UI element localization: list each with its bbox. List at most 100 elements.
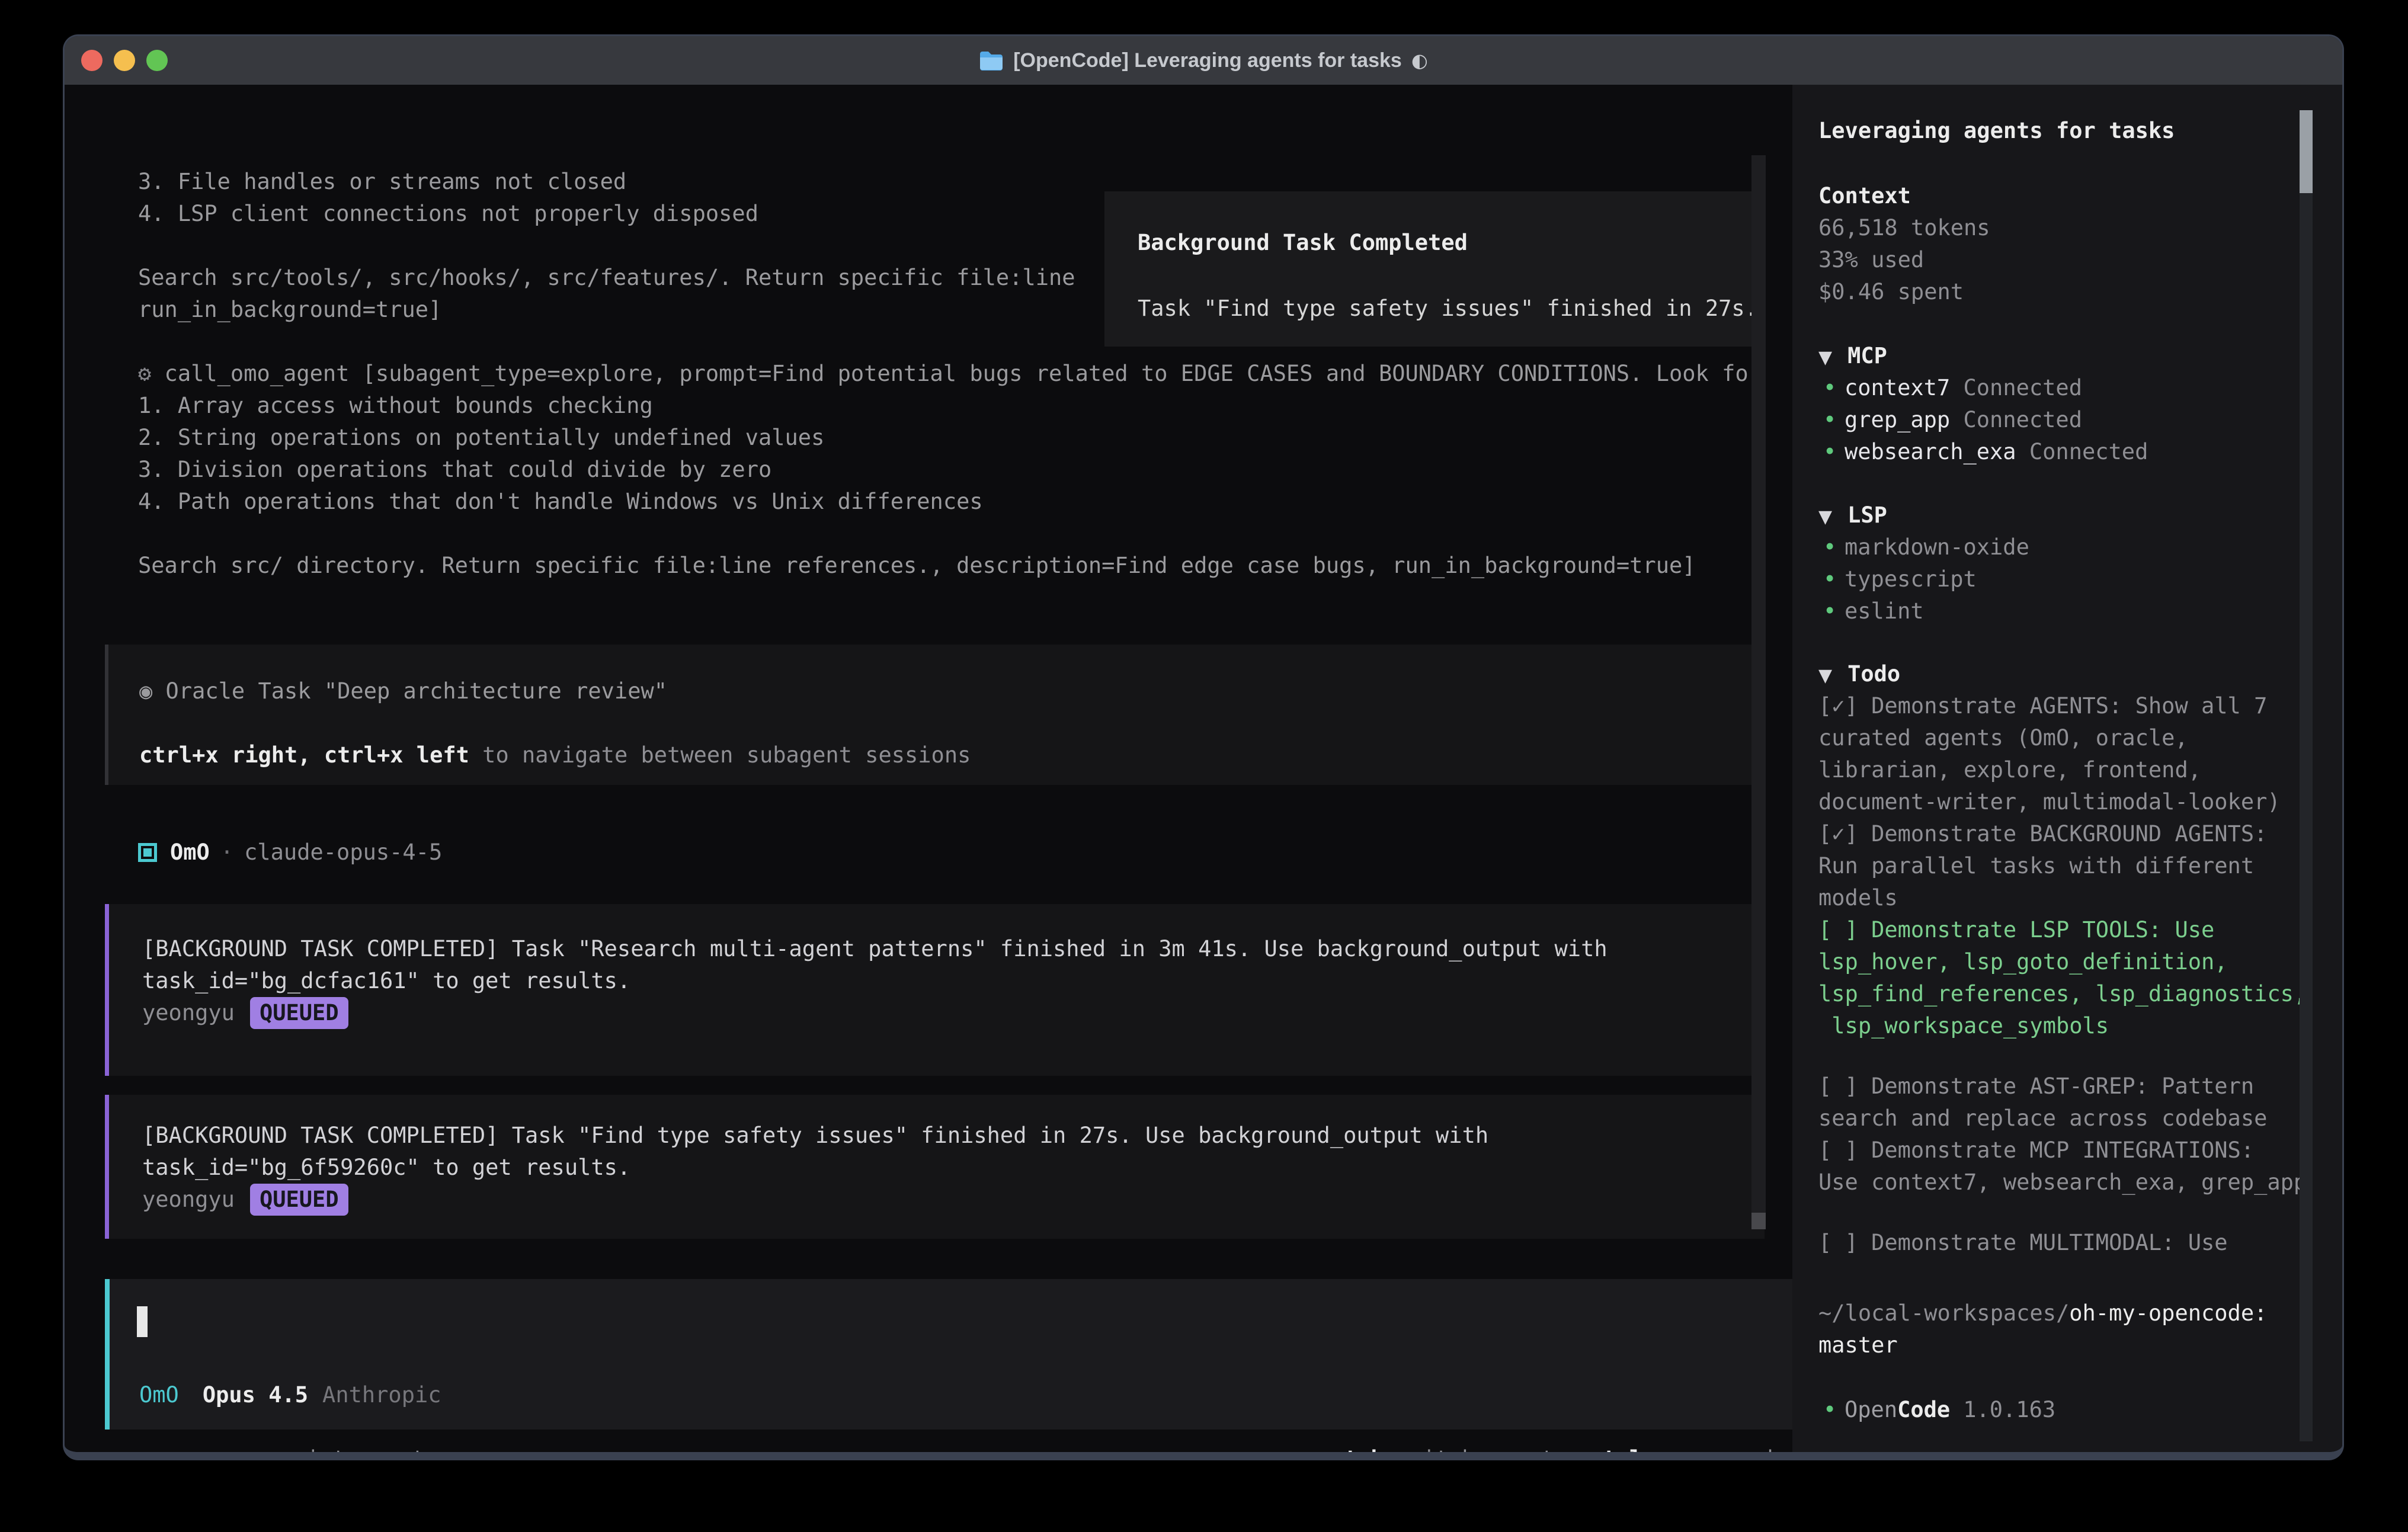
lsp-list: •markdown-oxide•typescript•eslint (1818, 531, 2342, 627)
record-icon: ◉ (139, 678, 152, 704)
mcp-status: Connected (2016, 439, 2148, 464)
toast-title: Background Task Completed (1138, 227, 1468, 259)
log-line: 3. Division operations that could divide… (138, 454, 1751, 486)
version-row: •OpenCode1.0.163 (1818, 1394, 2342, 1426)
separator-dot: · (220, 836, 233, 868)
todo-line: [ ] Demonstrate LSP TOOLS: Use (1818, 914, 2342, 946)
zoom-button[interactable] (146, 50, 168, 71)
workspace-path: ~/local-workspaces/oh-my-opencode: (1818, 1297, 2342, 1329)
main-scrollbar[interactable] (1751, 155, 1766, 1229)
todo-line: [ ] Demonstrate MCP INTEGRATIONS: (1818, 1134, 2342, 1166)
mcp-name: context7 (1845, 375, 1950, 400)
status-bar: esc interrupt tab switch agent ctrl+p co… (114, 1443, 1786, 1452)
tab-key-hint: tab (1344, 1443, 1384, 1452)
oracle-task-hint: ctrl+x right, ctrl+x left to navigate be… (139, 739, 971, 771)
bullet-icon: • (1823, 1394, 1845, 1426)
minimize-button[interactable] (114, 50, 135, 71)
bullet-icon: • (1823, 436, 1845, 468)
todo-line: librarian, explore, frontend, (1818, 754, 2342, 786)
log-line: ⚙ call_omo_agent [subagent_type=explore,… (138, 358, 1751, 390)
mcp-name: websearch_exa (1845, 439, 2016, 464)
todo-line: [✓] Demonstrate AGENTS: Show all 7 (1818, 690, 2342, 722)
esc-key-label: interrupt (306, 1443, 425, 1452)
todo-line: lsp_hover, lsp_goto_definition, (1818, 946, 2342, 978)
log-line: 1. Array access without bounds checking (138, 390, 1751, 422)
mcp-name: grep_app (1845, 407, 1950, 432)
bullet-icon: • (1823, 372, 1845, 404)
task-author: yeongyu (142, 1000, 235, 1025)
main-terminal: 3. File handles or streams not closed4. … (65, 85, 1792, 1452)
log-line: Search src/ directory. Return specific f… (138, 550, 1751, 582)
background-task-message: [BACKGROUND TASK COMPLETED] Task "Find t… (105, 1095, 1765, 1239)
log-line: 2. String operations on potentially unde… (138, 422, 1751, 454)
task-author: yeongyu (142, 1187, 235, 1212)
window-title-group: [OpenCode] Leveraging agents for tasks ◐ (979, 44, 1428, 76)
input-provider-label: Anthropic (322, 1382, 441, 1408)
mcp-item: •context7 Connected (1818, 372, 2342, 404)
mcp-status: Connected (1950, 407, 2082, 432)
prompt-input[interactable]: OmO Opus 4.5 Anthropic (105, 1279, 1792, 1430)
task-message-line: task_id="bg_6f59260c" to get results. (142, 1152, 1753, 1184)
agent-model: claude-opus-4-5 (244, 836, 442, 868)
context-used: 33% used (1818, 244, 2342, 276)
gear-icon: ⚙ (138, 361, 151, 386)
lsp-item: •markdown-oxide (1818, 531, 2342, 563)
agent-name: OmO (170, 836, 210, 868)
input-model-label: Opus 4.5 (203, 1382, 308, 1408)
chevron-down-icon: ▼ (1818, 507, 1832, 527)
background-task-message: [BACKGROUND TASK COMPLETED] Task "Resear… (105, 904, 1765, 1076)
bullet-icon: • (1823, 404, 1845, 436)
lsp-item: •eslint (1818, 595, 2342, 627)
ctrlp-key-label: commands (1681, 1443, 1786, 1452)
bullet-icon: • (1823, 595, 1845, 627)
agent-square-icon (138, 843, 157, 862)
sidebar-scrollbar[interactable] (2300, 110, 2313, 1441)
close-button[interactable] (81, 50, 103, 71)
lsp-section-header[interactable]: ▼LSP (1818, 499, 2342, 531)
input-agent-label: OmO (139, 1382, 179, 1408)
context-spent: $0.46 spent (1818, 276, 2342, 308)
mcp-status: Connected (1950, 375, 2082, 400)
background-task-toast[interactable]: Background Task Completed Task "Find typ… (1104, 191, 1760, 347)
ctrlp-key-hint: ctrl+p (1590, 1443, 1669, 1452)
chevron-down-icon: ▼ (1818, 665, 1832, 686)
sidebar-scrollbar-thumb[interactable] (2300, 110, 2313, 193)
toast-body: Task "Find type safety issues" finished … (1138, 293, 1758, 325)
status-badge: QUEUED (250, 1184, 348, 1216)
bullet-icon: • (1823, 531, 1845, 563)
oracle-task-box: ◉ Oracle Task "Deep architecture review"… (105, 645, 1765, 785)
todo-list: [✓] Demonstrate AGENTS: Show all 7curate… (1818, 690, 2342, 1259)
lsp-item: •typescript (1818, 563, 2342, 595)
oracle-task-title: ◉ Oracle Task "Deep architecture review" (139, 675, 667, 707)
tab-key-label: switch agent (1396, 1443, 1554, 1452)
todo-line: [ ] Demonstrate AST-GREP: Pattern (1818, 1071, 2342, 1102)
todo-line: models (1818, 882, 2342, 914)
lsp-name: markdown-oxide (1845, 534, 2029, 560)
app-window: [OpenCode] Leveraging agents for tasks ◐… (63, 34, 2344, 1460)
window-title: [OpenCode] Leveraging agents for tasks (1013, 44, 1402, 76)
task-message-line: task_id="bg_dcfac161" to get results. (142, 965, 1753, 997)
chevron-down-icon: ▼ (1818, 347, 1832, 368)
todo-section-header[interactable]: ▼Todo (1818, 658, 2342, 690)
todo-line: document-writer, multimodal-looker) (1818, 786, 2342, 818)
todo-line: lsp_workspace_symbols (1818, 1010, 2342, 1042)
todo-line: curated agents (OmO, oracle, (1818, 722, 2342, 754)
folder-icon (979, 50, 1004, 70)
agent-header: OmO · claude-opus-4-5 (138, 836, 442, 868)
title-bar: [OpenCode] Leveraging agents for tasks ◐ (65, 36, 2342, 85)
main-scrollbar-thumb[interactable] (1751, 1213, 1766, 1229)
mcp-list: •context7 Connected•grep_app Connected•w… (1818, 372, 2342, 468)
context-tokens: 66,518 tokens (1818, 212, 2342, 244)
text-cursor (137, 1306, 148, 1337)
todo-line: [ ] Demonstrate MULTIMODAL: Use (1818, 1227, 2342, 1259)
todo-line: Run parallel tasks with different (1818, 850, 2342, 882)
half-circle-icon: ◐ (1411, 44, 1428, 76)
log-line: 4. Path operations that don't handle Win… (138, 486, 1751, 518)
task-message-line: [BACKGROUND TASK COMPLETED] Task "Find t… (142, 1120, 1753, 1152)
status-badge: QUEUED (250, 997, 348, 1029)
sidebar: Leveraging agents for tasks Context 66,5… (1792, 85, 2342, 1452)
mcp-item: •grep_app Connected (1818, 404, 2342, 436)
session-title: Leveraging agents for tasks (1818, 115, 2342, 147)
todo-line: lsp_find_references, lsp_diagnostics, (1818, 978, 2342, 1010)
mcp-section-header[interactable]: ▼MCP (1818, 340, 2342, 372)
